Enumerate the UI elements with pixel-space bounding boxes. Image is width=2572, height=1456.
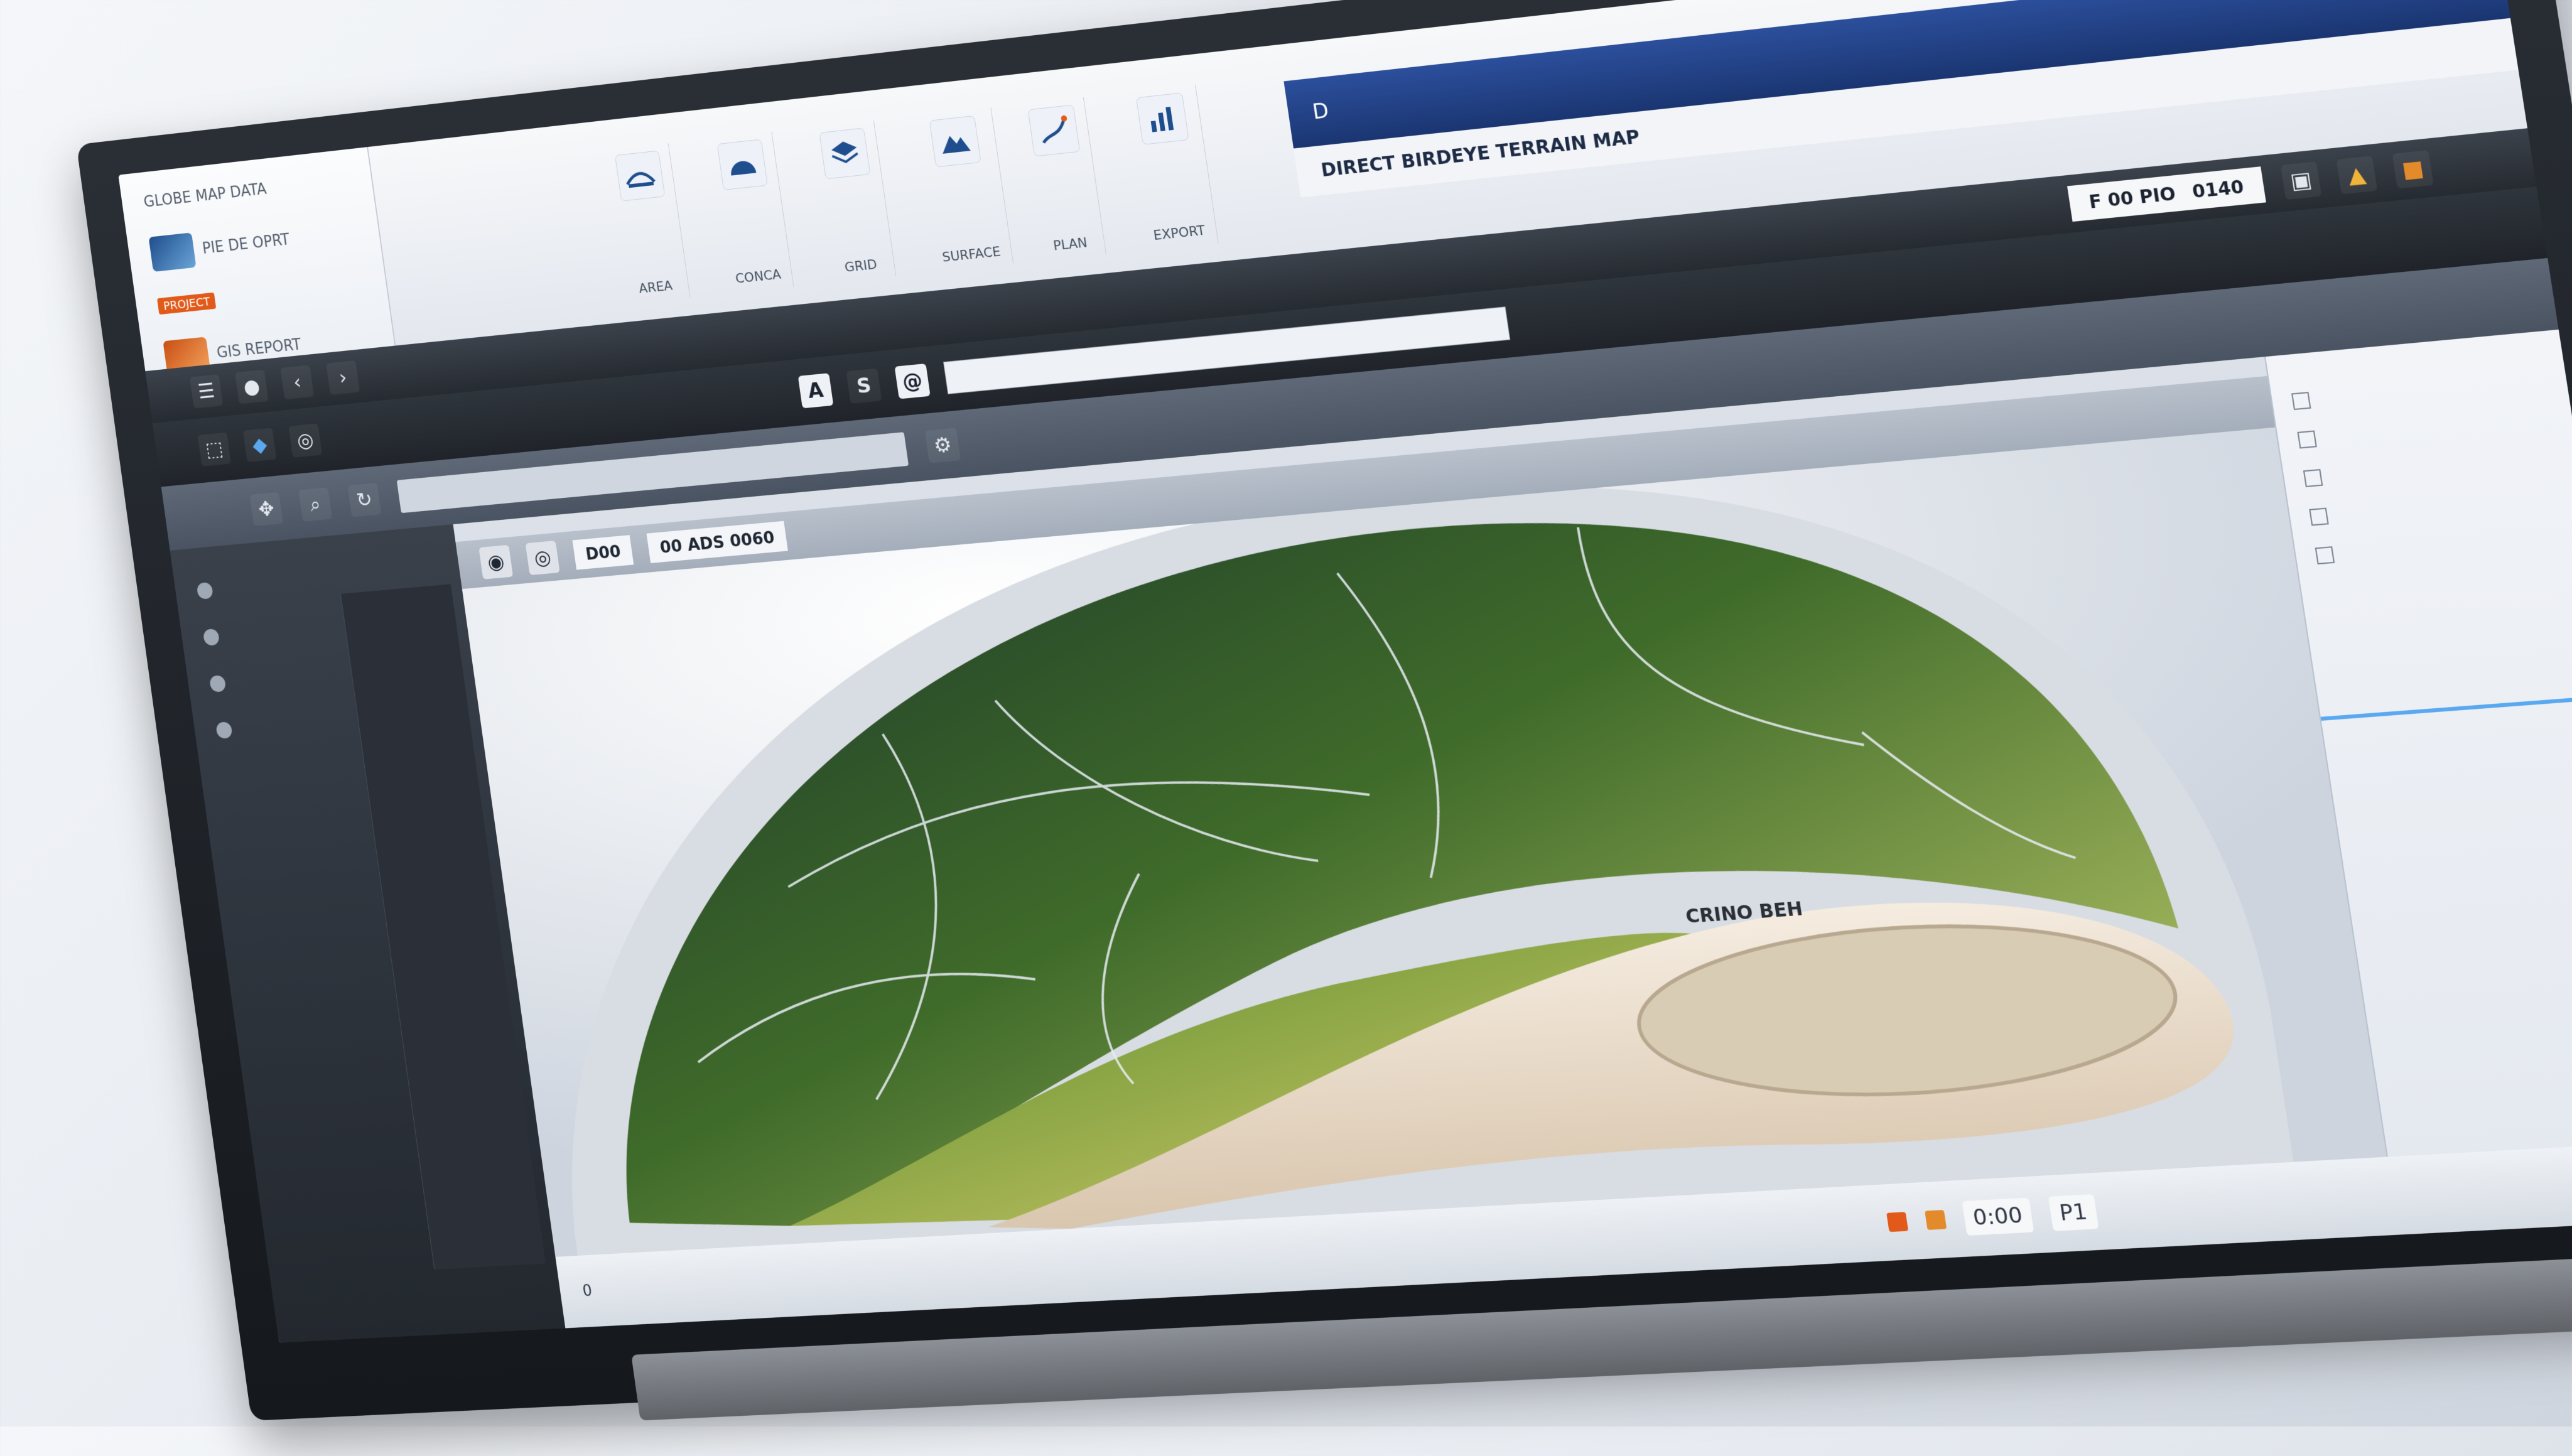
viewport-menu-icon[interactable]: ◉ xyxy=(478,544,514,580)
terrain-icon xyxy=(929,115,981,168)
viewport-camera-icon[interactable]: ◎ xyxy=(525,540,560,576)
file-row[interactable]: PROJECT xyxy=(156,288,217,319)
orbit-icon[interactable]: ◎ xyxy=(288,423,323,458)
route-icon xyxy=(1027,104,1081,157)
file-label: GLOBE MAP DATA xyxy=(143,180,268,212)
record-icon[interactable]: ● xyxy=(235,369,269,404)
ribbon-group-conca[interactable]: CONCA xyxy=(705,131,794,294)
layer-dot-icon xyxy=(208,674,227,693)
dome-icon xyxy=(716,139,768,191)
ribbon-group-grid[interactable]: GRID xyxy=(808,120,897,283)
file-badge: PROJECT xyxy=(157,292,217,315)
style-tool-button[interactable]: S xyxy=(846,368,882,404)
bridge-icon xyxy=(614,150,666,202)
sidebar-item[interactable] xyxy=(202,628,220,646)
ribbon-label: EXPORT xyxy=(1152,223,1206,244)
menu-icon[interactable]: ☰ xyxy=(189,374,224,409)
status-label: F 00 PIO xyxy=(2087,183,2177,213)
status-value: 0140 xyxy=(2190,176,2245,202)
zoom-icon[interactable]: ⌕ xyxy=(298,487,333,522)
select-tool-icon[interactable]: ⬚ xyxy=(197,432,231,466)
screen: GLOBE MAP DATA PIE DE OPRT PROJECT GIS R… xyxy=(118,0,2572,1343)
text-tool-button[interactable]: A xyxy=(797,373,834,409)
checkbox[interactable] xyxy=(2297,430,2317,449)
checkbox[interactable] xyxy=(2291,392,2311,411)
ribbon-group-surface[interactable]: SURFACE xyxy=(911,107,1014,272)
layer-dot-icon xyxy=(202,628,220,646)
page-button[interactable]: P1 xyxy=(2048,1194,2099,1231)
viewport-mode[interactable]: D00 xyxy=(572,535,634,570)
annotate-tool-button[interactable]: @ xyxy=(894,363,931,399)
settings-icon[interactable]: ⚙ xyxy=(924,428,961,463)
inspector-row[interactable] xyxy=(2303,468,2323,488)
frame-counter: 0 xyxy=(581,1281,593,1300)
layer-toggle-icon[interactable]: ▣ xyxy=(2280,161,2322,200)
ribbon-label: CONCA xyxy=(734,267,782,287)
forward-icon[interactable]: › xyxy=(326,360,360,395)
ribbon-label: GRID xyxy=(843,257,878,276)
monitor: GLOBE MAP DATA PIE DE OPRT PROJECT GIS R… xyxy=(76,0,2572,1456)
file-label: PIE DE OPRT xyxy=(201,230,291,258)
window-title: D xyxy=(1310,98,1331,125)
layers-icon xyxy=(819,127,871,180)
pan-icon[interactable]: ✥ xyxy=(249,492,284,527)
ribbon-label: PLAN xyxy=(1052,235,1089,254)
blue-tool-icon[interactable]: ◆ xyxy=(242,428,277,462)
scene: GLOBE MAP DATA PIE DE OPRT PROJECT GIS R… xyxy=(0,0,2572,1426)
viewport-coordinates: 00 ADS 0060 xyxy=(646,520,788,563)
file-row[interactable]: PIE DE OPRT xyxy=(148,227,291,272)
ribbon-group-export[interactable]: EXPORT xyxy=(1121,85,1219,251)
file-row[interactable]: GLOBE MAP DATA xyxy=(142,176,268,215)
sidebar-item[interactable] xyxy=(196,581,214,600)
checkbox[interactable] xyxy=(2303,468,2323,488)
rotate-icon[interactable]: ↻ xyxy=(347,482,382,517)
inspector-row[interactable] xyxy=(2297,430,2317,449)
marker-swatch-icon[interactable] xyxy=(1924,1210,1947,1231)
checkbox[interactable] xyxy=(2309,507,2329,526)
file-thumbnail xyxy=(148,232,197,272)
chart-icon xyxy=(1136,92,1189,145)
record-swatch-icon[interactable] xyxy=(1886,1212,1908,1232)
ribbon-group-plan[interactable]: PLAN xyxy=(1016,97,1107,262)
checkbox[interactable] xyxy=(2315,546,2335,565)
sidebar-item[interactable] xyxy=(208,674,227,693)
layer-dot-icon xyxy=(196,581,214,600)
ribbon-group-area[interactable]: AREA xyxy=(603,143,691,305)
timecode-field[interactable]: 0:00 xyxy=(1961,1197,2034,1236)
inspector-row[interactable] xyxy=(2291,392,2311,411)
back-icon[interactable]: ‹ xyxy=(280,365,315,400)
ribbon-label: AREA xyxy=(637,278,674,297)
inspector-row[interactable] xyxy=(2315,546,2335,565)
warning-icon[interactable]: ▲ xyxy=(2336,156,2378,195)
ribbon-label: SURFACE xyxy=(941,244,1002,266)
status-indicator: F 00 PIO 0140 xyxy=(2067,166,2266,222)
inspector-row[interactable] xyxy=(2309,507,2329,526)
color-swatch-icon[interactable]: ■ xyxy=(2392,150,2434,189)
layer-dot-icon xyxy=(215,721,233,739)
panel-divider xyxy=(2320,694,2572,721)
sidebar-item[interactable] xyxy=(215,721,233,739)
